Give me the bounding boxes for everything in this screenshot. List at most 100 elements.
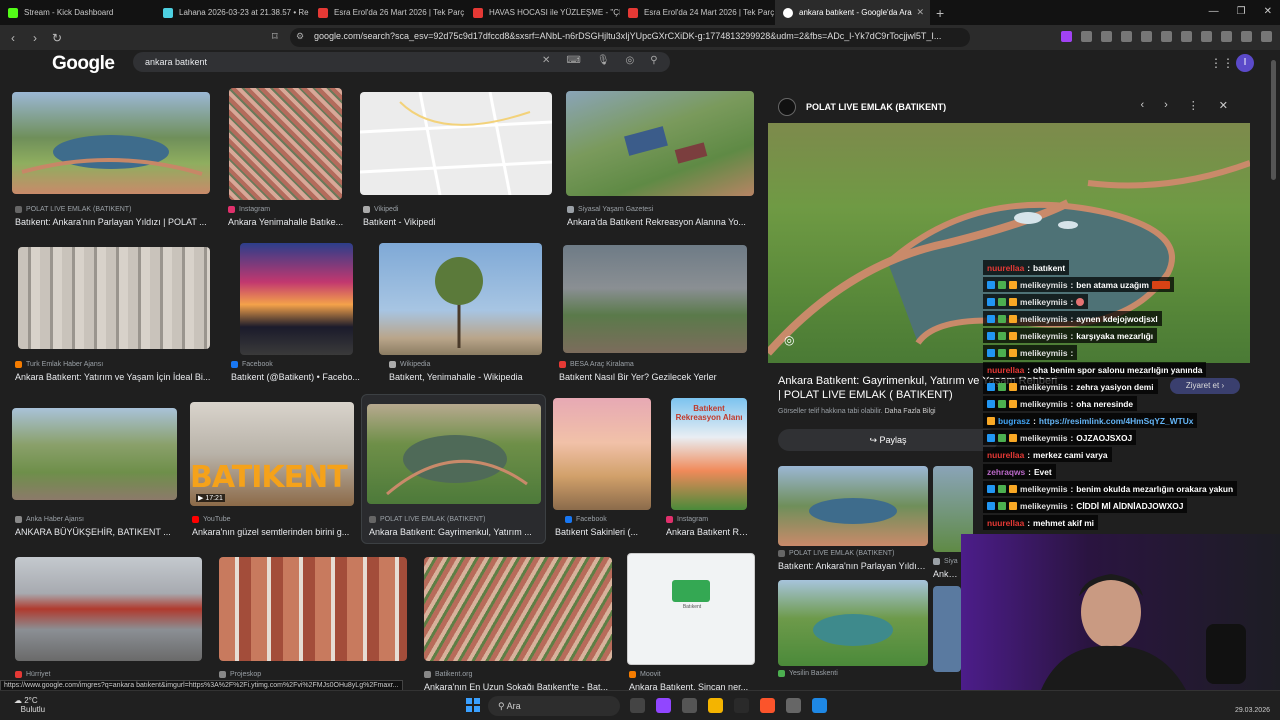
result-title[interactable]: Ankara'nın güzel semtlerinden birini g..… [192, 527, 357, 537]
tab-havas[interactable]: HAVAS HOCASI ile YÜZLEŞME - "ÇIN [465, 0, 620, 25]
result-source: Facebook [565, 516, 607, 523]
extension-icon[interactable] [1121, 31, 1132, 42]
avatar[interactable]: I [1236, 54, 1254, 72]
result-image[interactable] [12, 408, 177, 500]
site-info-icon[interactable]: ⚙ [296, 31, 304, 42]
file-explorer-icon[interactable] [708, 698, 723, 713]
result-image[interactable] [240, 243, 353, 355]
download-icon[interactable] [1221, 31, 1232, 42]
tab-esra-24[interactable]: Esra Erol'da 24 Mart 2026 | Tek Parç [620, 0, 775, 25]
close-panel-icon[interactable]: ✕ [1219, 99, 1228, 112]
result-image[interactable] [563, 245, 747, 353]
settings-icon[interactable] [682, 698, 697, 713]
chat-message: nuurellaa: batıkent [983, 260, 1070, 275]
result-title[interactable]: Batıkent: Ankara'nın Parlayan Yıldızı | … [15, 217, 215, 227]
map-image[interactable]: Batıkent [627, 553, 755, 665]
result-image[interactable]: Batıkent Rekreasyon Alanı [671, 398, 747, 510]
bookmark-icon[interactable]: ⌑ [272, 30, 278, 43]
sidebar-icon[interactable] [1161, 31, 1172, 42]
tab-kick[interactable]: Stream - Kick Dashboard [0, 0, 155, 25]
more-info-link[interactable]: Daha Fazla Bilgi [885, 408, 936, 415]
result-image[interactable] [15, 557, 202, 661]
result-title[interactable]: Ankara Batıkent: Gayrimenkul, Yatırım ..… [369, 527, 541, 537]
puzzle-icon[interactable] [1081, 31, 1092, 42]
result-image[interactable] [18, 247, 210, 349]
extension-icon[interactable] [1101, 31, 1112, 42]
music-icon[interactable] [1141, 31, 1152, 42]
video-thumbnail[interactable]: BATIKENT ▶ 17:21 [190, 402, 354, 506]
lens-icon[interactable]: ◎ [784, 333, 794, 347]
obs-icon[interactable] [734, 698, 749, 713]
panel-source-name[interactable]: POLAT LIVE EMLAK (BATIKENT) [806, 102, 946, 112]
chat-message: zehraqws: Evet [983, 464, 1056, 479]
google-icon [783, 7, 793, 18]
result-image[interactable] [379, 243, 542, 355]
reload-icon[interactable]: ↻ [48, 31, 66, 45]
map-image[interactable] [360, 92, 552, 195]
youtube-icon [628, 7, 638, 18]
related-image[interactable] [778, 580, 928, 666]
keyboard-icon[interactable]: ⌨ [566, 55, 580, 66]
scrollbar[interactable] [1271, 60, 1276, 180]
lens-icon[interactable]: ◎ [626, 55, 635, 66]
result-title[interactable]: Batıkent - Vikipedi [363, 217, 553, 227]
close-window-icon[interactable]: ✕ [1264, 6, 1272, 17]
result-title[interactable]: Batıkent (@Batikent) • Facebo... [231, 372, 363, 382]
youtube-icon [318, 7, 328, 18]
tab-esra-26[interactable]: Esra Erol'da 26 Mart 2026 | Tek Parç [310, 0, 465, 25]
result-image[interactable] [566, 91, 754, 196]
close-tab-icon[interactable]: ✕ [916, 7, 924, 18]
result-image[interactable] [12, 92, 210, 194]
windows-start-icon[interactable] [466, 698, 480, 712]
tab-lahana[interactable]: Lahana 2026-03-23 at 21.38.57 • Re [155, 0, 310, 25]
next-icon[interactable]: › [1164, 99, 1168, 112]
taskbar-search[interactable]: ⚲ Ara [488, 696, 620, 716]
result-title[interactable]: Ankara'da Batıkent Rekreasyon Alanına Yo… [567, 217, 755, 227]
result-image[interactable] [229, 88, 342, 200]
extension-icon[interactable] [1061, 31, 1072, 42]
result-title[interactable]: Batıkent Nasıl Bir Yer? Gezilecek Yerler [559, 372, 749, 382]
result-image[interactable] [367, 404, 541, 504]
maximize-icon[interactable]: ❐ [1237, 6, 1246, 17]
twitch-icon[interactable] [656, 698, 671, 713]
app-icon[interactable] [812, 698, 827, 713]
share-button[interactable]: ↪ Paylaş [778, 429, 998, 451]
google-logo[interactable]: Google [52, 53, 115, 75]
result-title[interactable]: Ankara Batıkent: Yatırım ve Yaşam İçin İ… [15, 372, 215, 382]
new-tab-button[interactable]: + [936, 5, 944, 21]
result-title[interactable]: ANKARA BÜYÜKŞEHİR, BATIKENT ... [15, 527, 183, 537]
search-icon[interactable]: ⚲ [650, 55, 657, 66]
brave-icon[interactable] [760, 698, 775, 713]
clear-icon[interactable]: ✕ [542, 55, 550, 66]
result-image[interactable] [553, 398, 651, 510]
menu-icon[interactable] [1261, 31, 1272, 42]
result-image[interactable] [219, 557, 407, 661]
result-source: YouTube [192, 516, 231, 523]
shield-icon[interactable] [1241, 31, 1252, 42]
forward-icon[interactable]: › [26, 31, 44, 45]
related-image[interactable] [778, 466, 928, 546]
address-bar[interactable]: ⚙ google.com/search?sca_esv=92d75c9d17df… [290, 28, 970, 47]
result-title[interactable]: Batıkent: Ankara'nın Parlayan Yıldızı | … [778, 561, 928, 571]
related-image[interactable] [933, 586, 961, 672]
result-title[interactable]: Ankara Batıkent Rekreasy... [666, 527, 752, 537]
apps-grid-icon[interactable]: ⋮⋮ [1210, 56, 1234, 70]
result-title[interactable]: Ankara Yenimahalle Batıke... [228, 217, 348, 227]
result-image[interactable] [424, 557, 612, 661]
mic-icon[interactable]: 🎙 [597, 55, 610, 66]
minimize-icon[interactable]: — [1209, 6, 1219, 17]
wallet-icon[interactable] [1181, 31, 1192, 42]
more-options-icon[interactable]: ⋮ [1188, 99, 1199, 112]
result-title[interactable]: Batıkent Sakinleri (... [555, 527, 651, 537]
result-title[interactable]: Batıkent, Yenimahalle - Wikipedia [389, 372, 549, 382]
result-title[interactable]: Ankara [933, 569, 961, 579]
task-view-icon[interactable] [630, 698, 645, 713]
ai-icon[interactable] [1201, 31, 1212, 42]
weather-widget[interactable]: ☁ 2°C Bulutlu [14, 696, 45, 714]
system-date[interactable]: 29.03.2026 [1235, 707, 1270, 714]
app-icon[interactable] [786, 698, 801, 713]
chat-message: bugrasz: https://resimlink.com/4HmSqYZ_W… [983, 413, 1198, 428]
previous-icon[interactable]: ‹ [1140, 99, 1144, 112]
back-icon[interactable]: ‹ [4, 31, 22, 45]
tab-google[interactable]: ankara batıkent - Google'da Ara ✕ [775, 0, 930, 25]
